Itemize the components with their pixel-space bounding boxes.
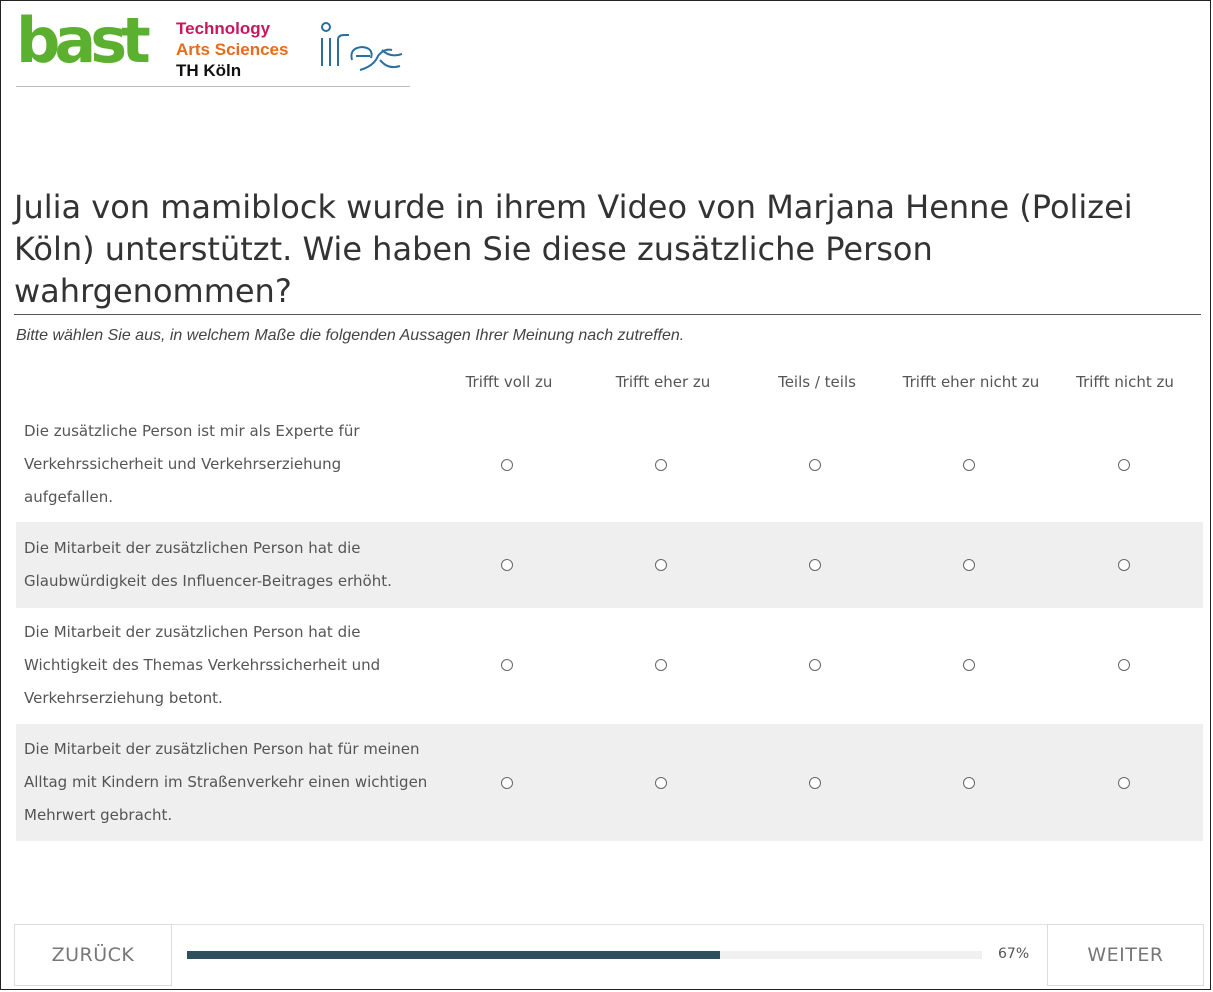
next-button[interactable]: WEITER — [1047, 924, 1204, 986]
radio-trifft-eher-nicht-zu[interactable] — [963, 777, 975, 789]
question-divider — [14, 314, 1201, 315]
th-koeln-logo: Technology Arts Sciences TH Köln — [176, 18, 288, 81]
radio-trifft-eher-zu[interactable] — [655, 659, 667, 671]
radio-trifft-nicht-zu[interactable] — [1118, 459, 1130, 471]
scale-header-trifft-nicht-zu: Trifft nicht zu — [1076, 373, 1174, 391]
progress-bar-fill — [187, 951, 720, 959]
statement-text: Die Mitarbeit der zusätzlichen Person ha… — [24, 740, 428, 824]
matrix-row-1: Die zusätzliche Person ist mir als Exper… — [16, 414, 1203, 515]
radio-trifft-voll-zu[interactable] — [501, 559, 513, 571]
footer-divider — [14, 924, 1201, 925]
question-title: Julia von mamiblock wurde in ihrem Video… — [14, 188, 1133, 310]
radio-trifft-nicht-zu[interactable] — [1118, 559, 1130, 571]
radio-trifft-eher-zu[interactable] — [655, 777, 667, 789]
radio-trifft-eher-nicht-zu[interactable] — [963, 659, 975, 671]
progress-percent: 67% — [998, 946, 1030, 962]
bast-logo: bast — [16, 4, 151, 77]
statement-text: Die zusätzliche Person ist mir als Exper… — [24, 422, 360, 506]
radio-trifft-nicht-zu[interactable] — [1118, 777, 1130, 789]
th-logo-line-1: Technology — [176, 19, 271, 38]
scale-header-trifft-eher-zu: Trifft eher zu — [615, 373, 711, 391]
matrix-row-3: Die Mitarbeit der zusätzlichen Person ha… — [16, 608, 1203, 724]
radio-teils-teils[interactable] — [809, 777, 821, 789]
scale-header-teils-teils: Teils / teils — [778, 373, 856, 391]
back-button[interactable]: ZURÜCK — [14, 924, 172, 986]
scale-header-trifft-voll-zu: Trifft voll zu — [465, 373, 553, 391]
radio-trifft-voll-zu[interactable] — [501, 659, 513, 671]
radio-teils-teils[interactable] — [809, 559, 821, 571]
radio-trifft-eher-nicht-zu[interactable] — [963, 459, 975, 471]
radio-teils-teils[interactable] — [809, 659, 821, 671]
radio-trifft-voll-zu[interactable] — [501, 459, 513, 471]
scale-header-trifft-eher-nicht-zu: Trifft eher nicht zu — [902, 373, 1040, 391]
statement-text: Die Mitarbeit der zusätzlichen Person ha… — [24, 623, 381, 707]
th-logo-line-2: Arts Sciences — [176, 40, 289, 59]
progress-bar — [187, 951, 982, 959]
matrix-row-2: Die Mitarbeit der zusätzlichen Person ha… — [16, 522, 1203, 608]
radio-teils-teils[interactable] — [809, 459, 821, 471]
th-logo-line-3: TH Köln — [176, 61, 242, 80]
radio-trifft-eher-zu[interactable] — [655, 459, 667, 471]
radio-trifft-nicht-zu[interactable] — [1118, 659, 1130, 671]
ifes-logo — [321, 22, 403, 71]
question-instruction: Bitte wählen Sie aus, in welchem Maße di… — [16, 327, 685, 344]
matrix-row-4: Die Mitarbeit der zusätzlichen Person ha… — [16, 724, 1203, 841]
radio-trifft-voll-zu[interactable] — [501, 777, 513, 789]
statement-text: Die Mitarbeit der zusätzlichen Person ha… — [24, 539, 392, 590]
radio-trifft-eher-nicht-zu[interactable] — [963, 559, 975, 571]
radio-trifft-eher-zu[interactable] — [655, 559, 667, 571]
logo-bar: bast Technology Arts Sciences TH Köln — [16, 10, 410, 87]
